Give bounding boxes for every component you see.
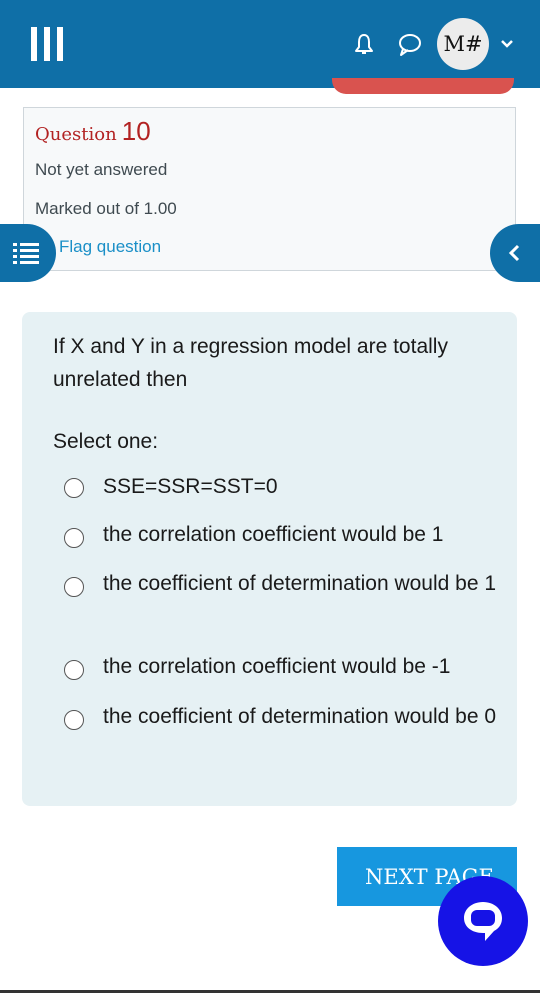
option-label: the coefficient of determination would b… — [103, 572, 497, 595]
question-heading: Question 10 — [35, 116, 151, 147]
avatar[interactable]: M# — [437, 18, 489, 70]
radio-button[interactable] — [64, 577, 84, 597]
progress-indicator — [332, 78, 514, 94]
radio-button[interactable] — [64, 710, 84, 730]
radio-button[interactable] — [64, 478, 84, 498]
option-label: SSE=SSR=SST=0 — [103, 475, 278, 498]
question-number: 10 — [121, 116, 151, 146]
answer-status: Not yet answered — [35, 160, 168, 179]
question-word: Question — [35, 124, 117, 145]
select-prompt: Select one: — [53, 430, 159, 453]
bell-icon[interactable] — [352, 32, 376, 56]
option-label: the coefficient of determination would b… — [103, 705, 497, 728]
chat-bubble-icon[interactable] — [397, 33, 423, 57]
quiz-navigation-toggle[interactable] — [0, 224, 56, 282]
chevron-down-icon[interactable] — [500, 37, 514, 51]
chevron-left-icon — [508, 244, 520, 262]
radio-button[interactable] — [64, 660, 84, 680]
collapse-drawer-button[interactable] — [490, 224, 540, 282]
marked-out-of: Marked out of 1.00 — [35, 199, 177, 218]
chat-support-button[interactable] — [438, 876, 528, 966]
top-navbar: M# — [0, 0, 540, 88]
question-text: If X and Y in a regression model are tot… — [53, 335, 448, 391]
flag-question-link[interactable]: Flag question — [59, 237, 161, 257]
hamburger-icon[interactable] — [31, 27, 63, 61]
option-label: the correlation coefficient would be -1 — [103, 655, 451, 678]
quiz-navigation-icon — [13, 243, 39, 264]
radio-button[interactable] — [64, 528, 84, 548]
option-label: the correlation coefficient would be 1 — [103, 523, 444, 546]
chat-support-icon — [464, 902, 502, 941]
